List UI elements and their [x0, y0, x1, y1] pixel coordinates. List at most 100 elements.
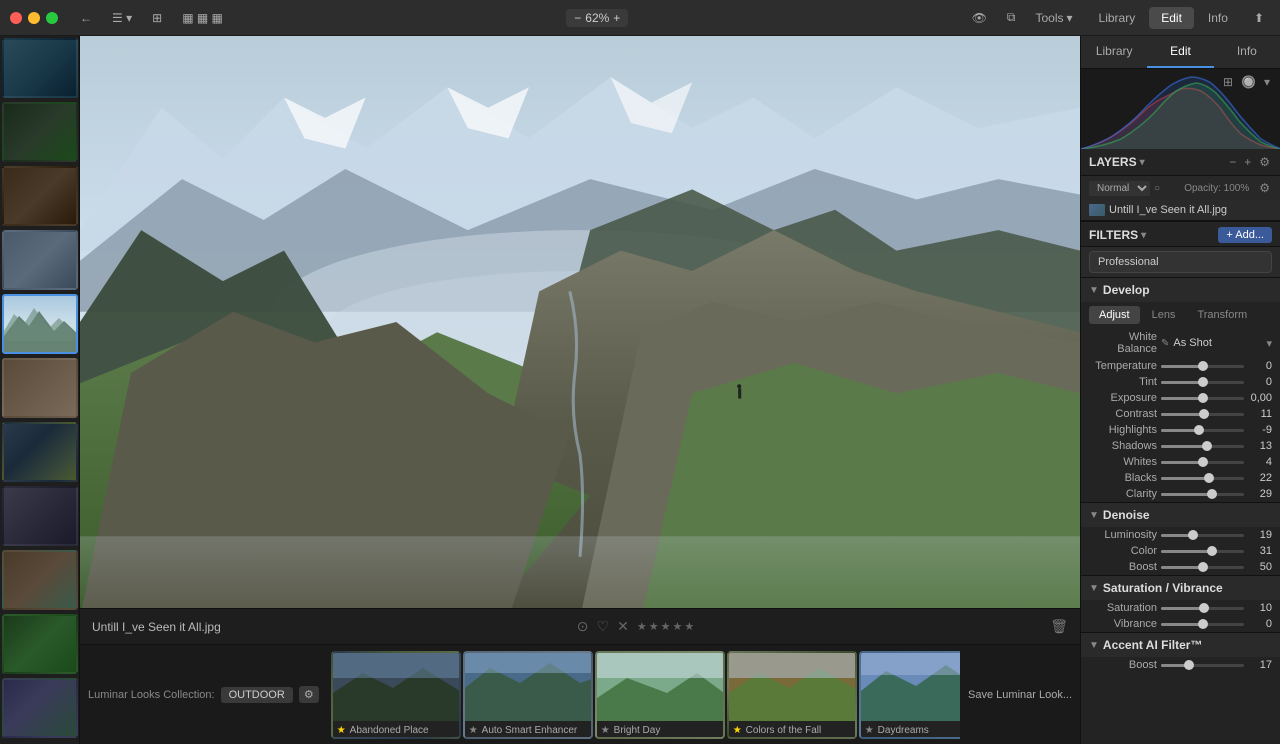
histogram-settings-button[interactable]: 🔘	[1239, 73, 1258, 91]
sub-tab-adjust[interactable]: Adjust	[1089, 306, 1140, 324]
look-item-bright-day[interactable]: ★ Bright Day	[595, 651, 725, 739]
tab-info[interactable]: Info	[1196, 7, 1240, 29]
heart-icon[interactable]: ♡	[597, 618, 610, 635]
whites-thumb[interactable]	[1198, 457, 1208, 467]
minimize-button[interactable]	[28, 12, 40, 24]
saturation-track[interactable]	[1161, 607, 1244, 610]
temperature-track[interactable]	[1161, 365, 1244, 368]
opacity-settings-button[interactable]: ⚙	[1257, 179, 1272, 197]
blend-mode-select[interactable]: Normal	[1089, 181, 1150, 196]
color-denoise-track[interactable]	[1161, 550, 1244, 553]
sub-tab-lens[interactable]: Lens	[1142, 306, 1186, 324]
export-button[interactable]: ⬆	[1248, 8, 1270, 28]
back-button[interactable]: ←	[74, 8, 98, 28]
contrast-track[interactable]	[1161, 413, 1244, 416]
filmstrip-button[interactable]: ▦ ▦ ▦	[176, 8, 229, 28]
contrast-thumb[interactable]	[1199, 409, 1209, 419]
filters-chevron[interactable]: ▾	[1141, 230, 1146, 241]
close-button[interactable]	[10, 12, 22, 24]
tab-edit[interactable]: Edit	[1149, 7, 1194, 29]
look-item-colors-fall[interactable]: ★ Colors of the Fall	[727, 651, 857, 739]
filmstrip-item-9[interactable]	[2, 550, 78, 610]
layers-chevron[interactable]: ▾	[1140, 157, 1145, 168]
collection-settings-button[interactable]: ⚙	[299, 686, 319, 703]
wb-pencil-icon[interactable]: ✎	[1161, 338, 1169, 349]
star-4[interactable]: ★	[672, 620, 682, 633]
eye-button[interactable]: 👁	[966, 8, 993, 28]
collection-name[interactable]: OUTDOOR	[221, 687, 293, 703]
tint-thumb[interactable]	[1198, 377, 1208, 387]
sub-tab-transform[interactable]: Transform	[1187, 306, 1257, 324]
star-5[interactable]: ★	[684, 620, 694, 633]
look-favorite-star[interactable]: ★	[733, 725, 742, 736]
filmstrip-item-11[interactable]	[2, 678, 78, 738]
color-denoise-thumb[interactable]	[1207, 546, 1217, 556]
look-item-daydreams[interactable]: ★ Daydreams	[859, 651, 960, 739]
menu-button[interactable]: ☰ ▾	[106, 8, 138, 28]
add-filter-button[interactable]: + Add...	[1218, 227, 1272, 243]
filmstrip-item-6[interactable]	[2, 358, 78, 418]
layers-item-row[interactable]: Untill I_ve Seen it All.jpg	[1081, 200, 1280, 221]
filmstrip-item-1[interactable]	[2, 38, 78, 98]
zoom-out-icon[interactable]: −	[574, 11, 581, 25]
look-favorite-star[interactable]: ★	[337, 725, 346, 736]
tint-track[interactable]	[1161, 381, 1244, 384]
star-2[interactable]: ★	[649, 620, 659, 633]
tools-button[interactable]: Tools ▾	[1030, 8, 1079, 28]
luminosity-track[interactable]	[1161, 534, 1244, 537]
layout-button[interactable]: ⊞	[146, 8, 168, 28]
accent-ai-boost-thumb[interactable]	[1184, 660, 1194, 670]
star-1[interactable]: ★	[637, 620, 647, 633]
temperature-thumb[interactable]	[1198, 361, 1208, 371]
vibrance-thumb[interactable]	[1198, 619, 1208, 629]
filmstrip-item-7[interactable]	[2, 422, 78, 482]
highlights-track[interactable]	[1161, 429, 1244, 432]
look-favorite-star[interactable]: ★	[469, 725, 478, 736]
look-favorite-star[interactable]: ★	[601, 725, 610, 736]
save-luminar-look-button[interactable]: Save Luminar Look...	[960, 689, 1080, 701]
filmstrip-item-5[interactable]	[2, 294, 78, 354]
saturation-thumb[interactable]	[1199, 603, 1209, 613]
vibrance-track[interactable]	[1161, 623, 1244, 626]
layers-settings-button[interactable]: ⚙	[1257, 153, 1272, 171]
luminosity-thumb[interactable]	[1188, 530, 1198, 540]
accent-ai-boost-track[interactable]	[1161, 664, 1244, 667]
delete-button[interactable]: 🗑	[1050, 618, 1068, 635]
exposure-thumb[interactable]	[1198, 393, 1208, 403]
filmstrip-item-4[interactable]	[2, 230, 78, 290]
filter-preset-select[interactable]: Professional	[1089, 251, 1272, 273]
filmstrip-item-3[interactable]	[2, 166, 78, 226]
fullscreen-button[interactable]	[46, 12, 58, 24]
clarity-track[interactable]	[1161, 493, 1244, 496]
blacks-track[interactable]	[1161, 477, 1244, 480]
saturation-section-header[interactable]: ▼ Saturation / Vibrance	[1081, 575, 1280, 600]
filmstrip-item-10[interactable]	[2, 614, 78, 674]
panel-nav-info[interactable]: Info	[1214, 36, 1280, 68]
zoom-control[interactable]: − 62% +	[566, 9, 628, 27]
wb-dropdown-icon[interactable]: ▾	[1266, 337, 1272, 350]
exposure-track[interactable]	[1161, 397, 1244, 400]
highlights-thumb[interactable]	[1194, 425, 1204, 435]
panel-nav-edit[interactable]: Edit	[1147, 36, 1213, 68]
shadows-thumb[interactable]	[1202, 441, 1212, 451]
look-favorite-star[interactable]: ★	[865, 725, 874, 736]
filmstrip-item-2[interactable]	[2, 102, 78, 162]
star-3[interactable]: ★	[661, 620, 671, 633]
blacks-thumb[interactable]	[1204, 473, 1214, 483]
compare-button[interactable]: ⧉	[1001, 7, 1022, 28]
circle-icon[interactable]: ⊙	[577, 618, 589, 635]
look-item-auto-smart-enhancer[interactable]: ★ Auto Smart Enhancer	[463, 651, 593, 739]
main-image-view[interactable]	[80, 36, 1080, 608]
reject-icon[interactable]: ✕	[617, 618, 629, 635]
histogram-arrow-button[interactable]: ▾	[1262, 73, 1272, 91]
shadows-track[interactable]	[1161, 445, 1244, 448]
develop-section-header[interactable]: ▼ Develop	[1081, 277, 1280, 302]
whites-track[interactable]	[1161, 461, 1244, 464]
tab-library[interactable]: Library	[1087, 7, 1148, 29]
layers-add-button[interactable]: +	[1242, 153, 1253, 171]
clarity-thumb[interactable]	[1207, 489, 1217, 499]
panel-nav-library[interactable]: Library	[1081, 36, 1147, 68]
denoise-boost-track[interactable]	[1161, 566, 1244, 569]
look-item-abandoned-place[interactable]: ★ Abandoned Place	[331, 651, 461, 739]
denoise-section-header[interactable]: ▼ Denoise	[1081, 502, 1280, 527]
